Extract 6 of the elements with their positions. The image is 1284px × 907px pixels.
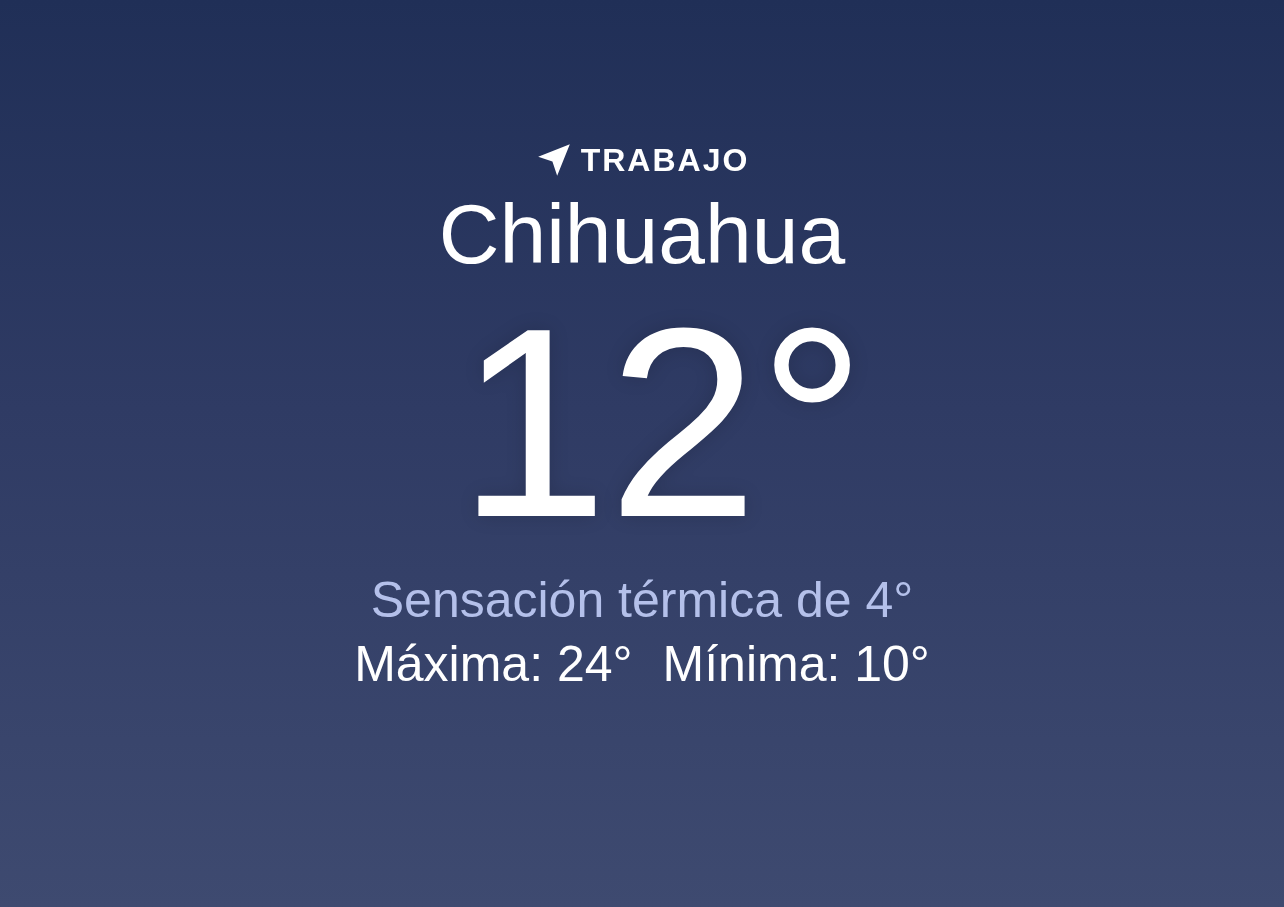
low-temperature: Mínima: 10° — [662, 635, 930, 694]
current-temperature: 12° — [456, 288, 867, 558]
location-label: TRABAJO — [580, 141, 750, 179]
high-temperature: Máxima: 24° — [354, 635, 633, 694]
feels-like-text: Sensación térmica de 4° — [370, 571, 914, 630]
city-name: Chihuahua — [438, 186, 846, 282]
